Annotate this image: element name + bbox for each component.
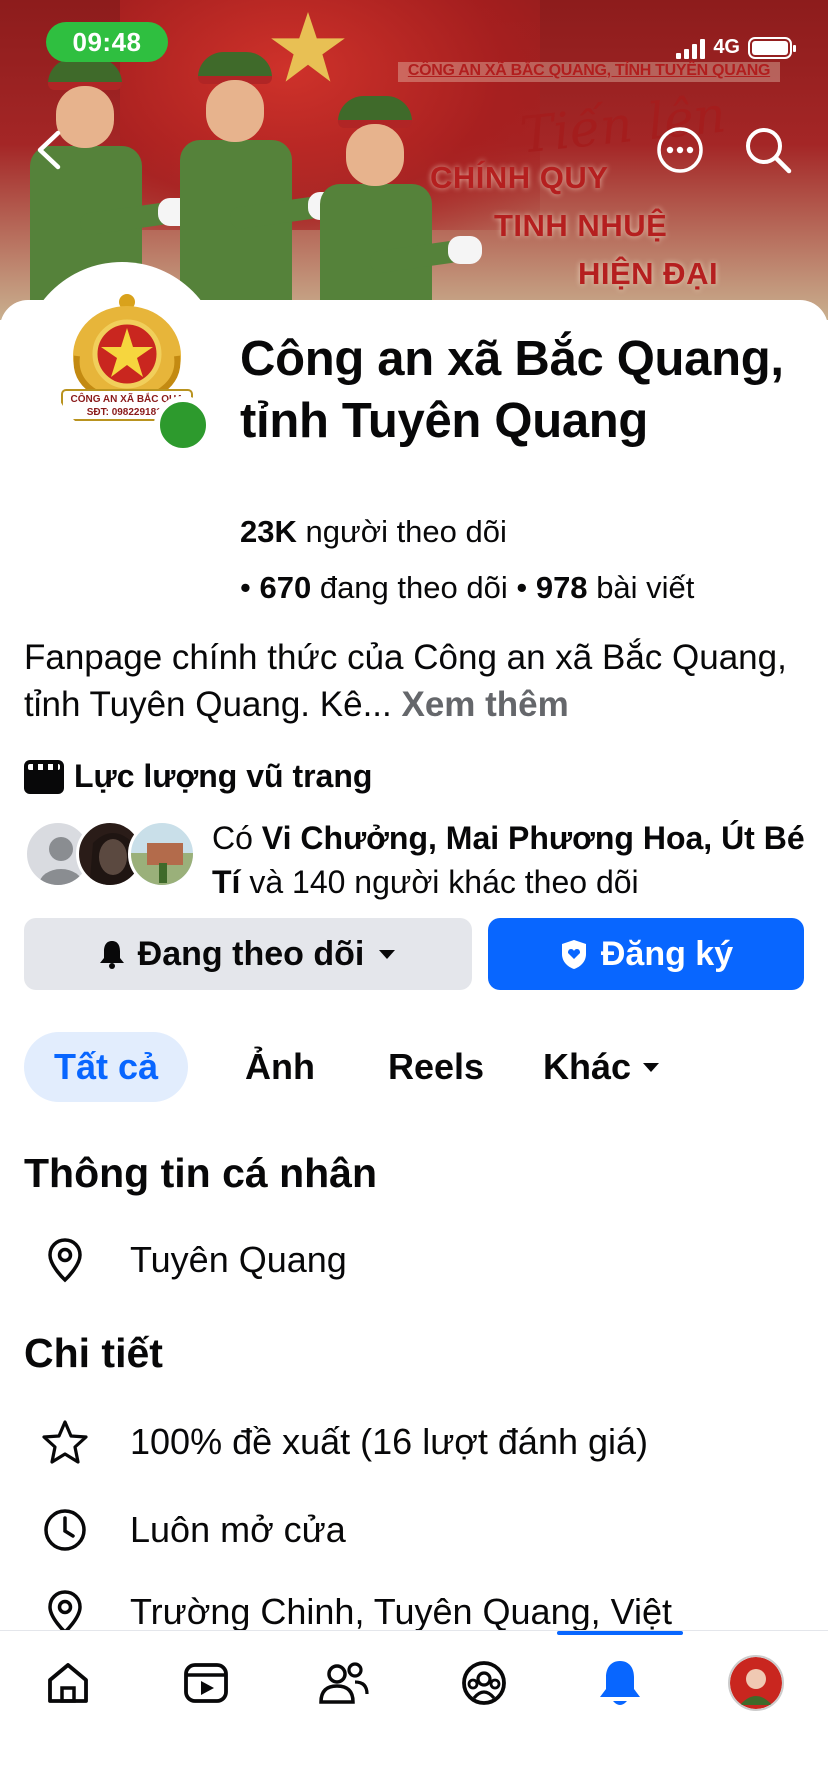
followers-label: người theo dõi [305, 514, 507, 549]
location-text: Tuyên Quang [130, 1239, 347, 1280]
cover-slogan-line: HIỆN ĐẠI [578, 256, 719, 291]
home-icon[interactable] [38, 1653, 98, 1713]
followers-number: 23K [240, 514, 297, 549]
hours-row[interactable]: Luôn mở cửa [38, 1500, 818, 1560]
caret-down-icon [643, 1063, 660, 1072]
rating-row[interactable]: 100% đề xuất (16 lượt đánh giá) [38, 1412, 818, 1472]
profile-avatar-menu[interactable] [728, 1655, 784, 1711]
avatar [730, 1657, 782, 1709]
see-more-link[interactable]: Xem thêm [401, 685, 568, 724]
posts-number: 978 [535, 570, 588, 605]
profile-tabs: Tất cả Ảnh Reels Khác [24, 1032, 814, 1102]
subscribe-button-label: Đăng ký [600, 934, 734, 973]
rating-text: 100% đề xuất (16 lượt đánh giá) [130, 1421, 649, 1462]
cover-slogan-line: CHÍNH QUY [430, 160, 609, 195]
video-icon[interactable] [176, 1653, 236, 1713]
profile-sheet [0, 300, 828, 1700]
category-label: Lực lượng vũ trang [74, 758, 373, 794]
signal-icon [676, 37, 706, 59]
status-indicators: 4G [676, 36, 796, 59]
map-pin-icon [38, 1233, 92, 1287]
tab-photos[interactable]: Ảnh [220, 1032, 340, 1102]
following-number: 670 [259, 570, 312, 605]
location-row[interactable]: Tuyên Quang [38, 1230, 818, 1290]
tab-more-label: Khác [542, 1046, 632, 1087]
cover-soldier [170, 52, 342, 320]
clapperboard-icon [24, 759, 64, 794]
bell-icon[interactable] [590, 1653, 650, 1713]
posts-label: bài viết [596, 570, 695, 605]
clock-icon [38, 1503, 92, 1557]
more-horizontal-icon[interactable] [656, 126, 704, 174]
battery-icon [748, 36, 796, 59]
online-status-dot [154, 396, 212, 454]
friends-icon[interactable] [314, 1653, 374, 1713]
shield-icon [561, 940, 586, 969]
active-tab-indicator [557, 1631, 683, 1635]
tab-more[interactable]: Khác [532, 1032, 672, 1102]
cover-slogan-line: TINH NHUỆ [494, 208, 668, 243]
avatar [128, 820, 196, 888]
bell-icon [99, 941, 124, 969]
tab-reels[interactable]: Reels [364, 1032, 508, 1102]
status-time: 09:48 [46, 22, 168, 62]
following-label: đang theo dõi [319, 570, 508, 605]
details-title: Chi tiết [24, 1330, 163, 1376]
page-category: Lực lượng vũ trang [24, 758, 372, 795]
mutual-prefix: Có [212, 820, 253, 856]
groups-icon[interactable] [454, 1653, 514, 1713]
page-stats: • 670 đang theo dõi • 978 bài viết [240, 570, 695, 605]
following-button[interactable]: Đang theo dõi [24, 918, 472, 990]
cover-soldier [310, 96, 482, 320]
mutual-avatars [24, 816, 214, 888]
hours-text: Luôn mở cửa [130, 1509, 346, 1550]
personal-info-title: Thông tin cá nhân [24, 1150, 378, 1196]
page-bio: Fanpage chính thức của Công an xã Bắc Qu… [24, 634, 804, 728]
tab-all[interactable]: Tất cả [24, 1032, 188, 1102]
star-icon [38, 1415, 92, 1469]
network-type: 4G [713, 36, 740, 58]
mutual-suffix: và 140 người khác theo dõi [249, 864, 639, 900]
following-button-label: Đang theo dõi [137, 934, 365, 973]
search-icon[interactable] [742, 124, 794, 176]
cover-banner-text: CÔNG AN XÃ BẮC QUANG, TỈNH TUYÊN QUANG [398, 62, 780, 82]
followers-count[interactable]: 23K người theo dõi [240, 514, 507, 550]
mutual-followers[interactable]: Có Vi Chưởng, Mai Phương Hoa, Út Bé Tí v… [24, 816, 814, 900]
mutual-followers-text: Có Vi Chưởng, Mai Phương Hoa, Út Bé Tí v… [212, 816, 812, 904]
chevron-left-icon[interactable] [30, 125, 70, 175]
page-title: Công an xã Bắc Quang, tỉnh Tuyên Quang [240, 332, 784, 448]
bottom-navigation [0, 1630, 828, 1792]
address-text: Trường Chinh, Tuyên Quang, Việt [130, 1591, 673, 1632]
subscribe-button[interactable]: Đăng ký [488, 918, 804, 990]
caret-down-icon [379, 950, 396, 959]
